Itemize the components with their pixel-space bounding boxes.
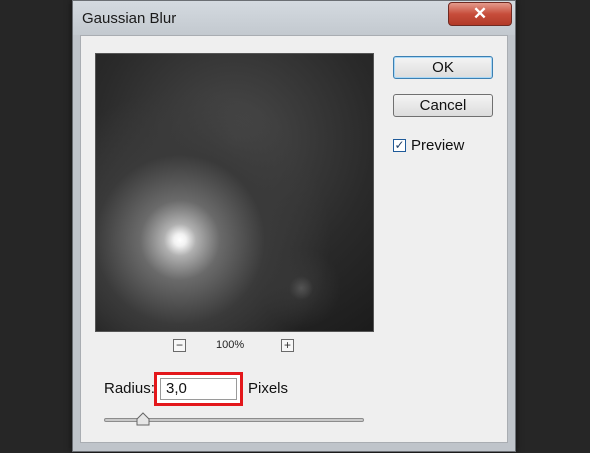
close-button[interactable]: ✕ [448, 2, 512, 26]
preview-checkbox[interactable]: ✓ [393, 139, 406, 152]
radius-label: Radius: [104, 380, 155, 397]
dialog-title: Gaussian Blur [82, 10, 177, 27]
dialog-body: − 100% + OK Cancel ✓ Preview Radius: 3,0… [80, 35, 508, 443]
radius-slider-thumb[interactable] [136, 412, 150, 426]
radius-highlight: 3,0 [154, 372, 243, 406]
preview-image[interactable] [95, 53, 374, 332]
title-bar[interactable]: Gaussian Blur ✕ [73, 1, 515, 35]
checkmark-icon: ✓ [394, 138, 405, 152]
gaussian-blur-dialog: Gaussian Blur ✕ − 100% + OK Cancel ✓ Pre… [72, 0, 516, 452]
ok-button[interactable]: OK [393, 56, 493, 79]
radius-input[interactable]: 3,0 [160, 378, 237, 400]
minus-icon: − [175, 338, 183, 352]
plus-icon: + [283, 338, 291, 352]
zoom-out-button[interactable]: − [173, 339, 186, 352]
zoom-in-button[interactable]: + [281, 339, 294, 352]
zoom-controls: − 100% + [81, 339, 386, 355]
close-icon: ✕ [472, 4, 488, 23]
preview-label[interactable]: Preview [411, 137, 464, 154]
zoom-level: 100% [216, 339, 245, 351]
pixels-unit-label: Pixels [248, 380, 289, 397]
cancel-button[interactable]: Cancel [393, 94, 493, 117]
